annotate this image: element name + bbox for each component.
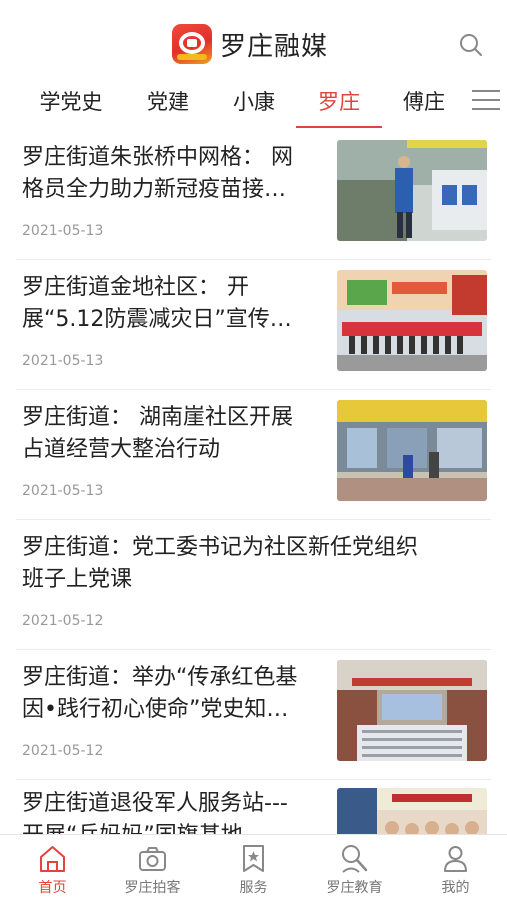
logo-icon bbox=[172, 24, 212, 64]
article-title-line: 展“5.12防震减灾日”宣传… bbox=[22, 307, 292, 332]
nav-camera[interactable]: 罗庄拍客 bbox=[102, 835, 203, 900]
article-thumbnail bbox=[337, 788, 487, 834]
article-title-line: 罗庄街道朱张桥中网格： 网 bbox=[22, 145, 293, 170]
article-thumbnail bbox=[337, 270, 487, 371]
article-title: 罗庄街道： 湖南崖社区开展 占道经营大整治行动 bbox=[22, 402, 327, 466]
article-item[interactable]: 罗庄街道：举办“传承红色基 因•践行初心使命”党史知… 2021-05-12 bbox=[0, 650, 507, 780]
nav-label: 首页 bbox=[38, 880, 67, 896]
article-item[interactable]: 罗庄街道退役军人服务站--- 开展“兵妈妈”国旗基地 bbox=[0, 780, 507, 834]
nav-service[interactable]: 服务 bbox=[203, 835, 304, 900]
tab-xuedangshi[interactable]: 学党史 bbox=[30, 84, 112, 126]
article-title: 罗庄街道退役军人服务站--- 开展“兵妈妈”国旗基地 bbox=[22, 788, 327, 834]
article-title-line: 罗庄街道： 湖南崖社区开展 bbox=[22, 405, 293, 430]
article-title-line: 格员全力助力新冠疫苗接… bbox=[22, 177, 287, 202]
article-item[interactable]: 罗庄街道： 湖南崖社区开展 占道经营大整治行动 2021-05-13 bbox=[0, 390, 507, 520]
home-icon bbox=[40, 846, 65, 872]
article-thumbnail bbox=[337, 660, 487, 761]
article-item[interactable]: 罗庄街道朱张桥中网格： 网 格员全力助力新冠疫苗接… 2021-05-13 bbox=[0, 130, 507, 260]
nav-mine[interactable]: 我的 bbox=[405, 835, 506, 900]
hamburger-icon bbox=[472, 90, 500, 110]
article-title-line: 占道经营大整治行动 bbox=[22, 437, 221, 462]
nav-label: 服务 bbox=[239, 880, 268, 896]
article-title: 罗庄街道金地社区： 开 展“5.12防震减灾日”宣传… bbox=[22, 272, 327, 336]
app-header: 罗庄融媒 bbox=[0, 0, 507, 84]
article-title-line: 罗庄街道：党工委书记为社区新任党组织 bbox=[22, 535, 419, 560]
article-thumbnail bbox=[337, 400, 487, 501]
article-feed[interactable]: 罗庄街道朱张桥中网格： 网 格员全力助力新冠疫苗接… 2021-05-13 罗庄… bbox=[0, 130, 507, 834]
nav-label: 我的 bbox=[441, 880, 470, 896]
article-date: 2021-05-12 bbox=[22, 613, 104, 629]
article-date: 2021-05-13 bbox=[22, 223, 104, 239]
article-date: 2021-05-12 bbox=[22, 743, 104, 759]
article-item[interactable]: 罗庄街道金地社区： 开 展“5.12防震减灾日”宣传… 2021-05-13 bbox=[0, 260, 507, 390]
search-icon bbox=[460, 34, 482, 56]
app-title: 罗庄融媒 bbox=[220, 31, 329, 62]
article-title-line: 因•践行初心使命”党史知… bbox=[22, 697, 289, 722]
tab-fuzhuang[interactable]: 傅庄 bbox=[391, 84, 457, 126]
bookmark-star-icon bbox=[243, 845, 264, 872]
article-title-line: 开展“兵妈妈”国旗基地 bbox=[22, 820, 327, 834]
bottom-navigation: 首页 罗庄拍客 服务 罗庄教育 我的 bbox=[0, 834, 507, 900]
article-title-line: 罗庄街道金地社区： 开 bbox=[22, 275, 249, 300]
nav-label: 罗庄拍客 bbox=[124, 880, 181, 896]
article-title-line: 罗庄街道退役军人服务站--- bbox=[22, 791, 288, 816]
nav-label: 罗庄教育 bbox=[326, 880, 383, 896]
article-title-line: 罗庄街道：举办“传承红色基 bbox=[22, 665, 298, 690]
nav-education[interactable]: 罗庄教育 bbox=[304, 835, 405, 900]
tab-luozhuang[interactable]: 罗庄 bbox=[306, 84, 372, 126]
article-date: 2021-05-13 bbox=[22, 483, 104, 499]
camera-icon bbox=[139, 847, 166, 871]
article-title: 罗庄街道朱张桥中网格： 网 格员全力助力新冠疫苗接… bbox=[22, 142, 327, 206]
article-thumbnail bbox=[337, 140, 487, 241]
tab-xiaokang[interactable]: 小康 bbox=[221, 84, 287, 126]
channel-tabs: 学党史 党建 小康 罗庄 傅庄 bbox=[0, 84, 507, 130]
tab-dangjian[interactable]: 党建 bbox=[135, 84, 201, 126]
app-logo: 罗庄融媒 bbox=[172, 22, 328, 66]
nav-home[interactable]: 首页 bbox=[2, 835, 103, 900]
search-person-icon bbox=[342, 845, 368, 873]
user-icon bbox=[444, 846, 467, 872]
article-title-line: 班子上党课 bbox=[22, 567, 133, 592]
article-item[interactable]: 罗庄街道：党工委书记为社区新任党组织 班子上党课 2021-05-12 bbox=[0, 520, 507, 650]
channel-menu-button[interactable] bbox=[472, 90, 500, 114]
article-title: 罗庄街道：举办“传承红色基 因•践行初心使命”党史知… bbox=[22, 662, 327, 726]
search-button[interactable] bbox=[459, 33, 483, 57]
active-tab-indicator bbox=[296, 126, 382, 128]
article-title: 罗庄街道：党工委书记为社区新任党组织 班子上党课 bbox=[22, 532, 492, 596]
article-date: 2021-05-13 bbox=[22, 353, 104, 369]
